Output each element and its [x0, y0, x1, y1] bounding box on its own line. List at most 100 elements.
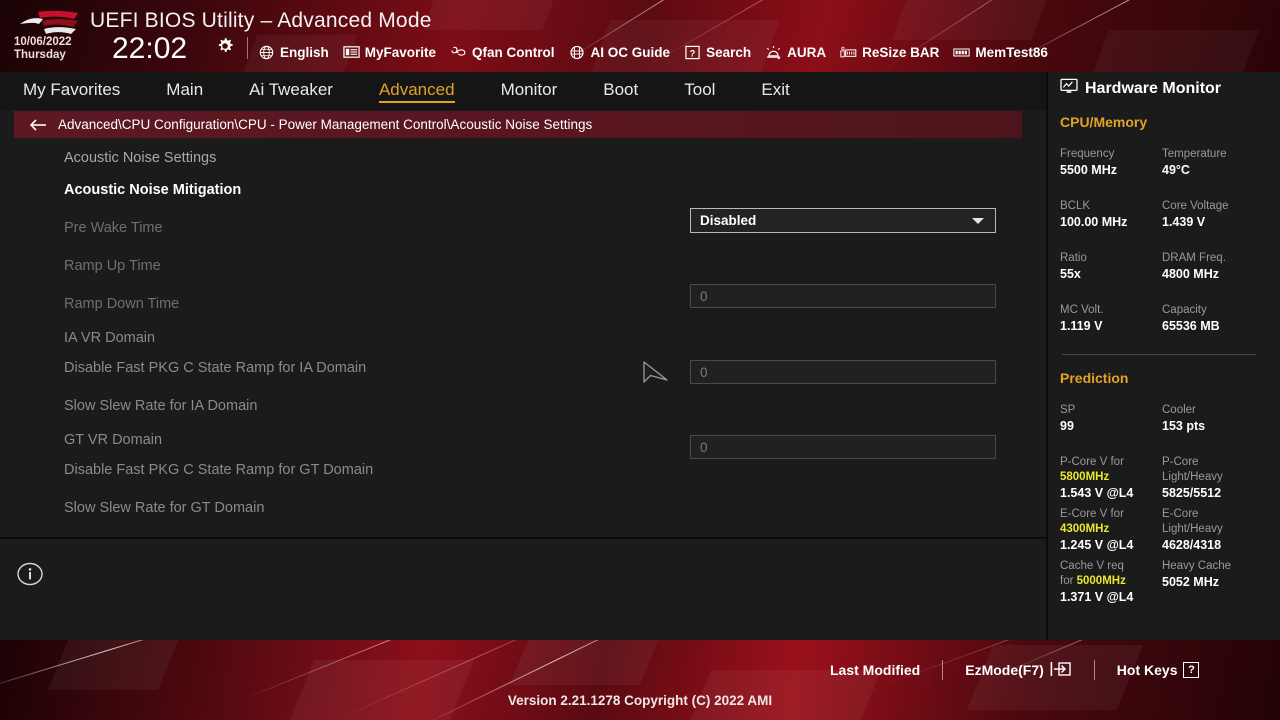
bios-window: UEFI BIOS Utility – Advanced Mode 10/06/… [0, 0, 1280, 720]
setting-label: GT VR Domain [64, 432, 163, 448]
tab-my-favorites[interactable]: My Favorites [23, 80, 120, 102]
hw-key: MC Volt. [1060, 304, 1104, 316]
hw-value: 153 pts [1162, 419, 1206, 433]
setting-row[interactable]: Ramp Up Time 0 [0, 247, 1046, 384]
toolbar-label: ReSize BAR [862, 44, 940, 60]
hw-value: 5825/5512 [1162, 486, 1222, 500]
setting-row[interactable]: Disable Fast PKG C State Ramp for IA Dom… [0, 349, 1046, 588]
toolbar-item-ai-oc-guide[interactable]: AI OC Guide [569, 44, 671, 60]
tab-boot[interactable]: Boot [603, 80, 638, 102]
footer-divider [1093, 660, 1095, 680]
toolbar-item-memtest86[interactable]: MemTest86 [953, 45, 1048, 60]
settings-list: Acoustic Noise Settings Acoustic Noise M… [0, 139, 1046, 663]
hw-value: 4800 MHz [1162, 267, 1219, 281]
aura-icon [765, 45, 782, 60]
memory-icon [953, 45, 971, 60]
setting-label: Ramp Down Time [64, 296, 180, 312]
hardware-monitor-title: Hardware Monitor [1060, 78, 1221, 99]
date-display: 10/06/2022 Thursday [14, 36, 112, 62]
hw-value: 1.119 V [1060, 319, 1103, 333]
hw-key-highlight: 5800MHz [1060, 471, 1110, 483]
hw-value: 1.543 V @L4 [1060, 486, 1134, 500]
hw-key: P-Core V for 5800MHz [1060, 456, 1124, 483]
breadcrumb-path: Advanced\CPU Configuration\CPU - Power M… [58, 117, 593, 132]
monitor-icon [1060, 78, 1078, 99]
toolbar-item-qfan-control[interactable]: Qfan Control [450, 45, 555, 60]
hot-keys-label: Hot Keys [1116, 662, 1178, 678]
hw-cell-ecore-voltage: E-Core V for 4300MHz 1.245 V @L4 [1060, 507, 1160, 553]
hw-key: DRAM Freq. [1162, 252, 1226, 264]
hw-value: 1.245 V @L4 [1060, 538, 1134, 552]
hw-key-highlight: 5000MHz [1076, 575, 1126, 587]
setting-row[interactable]: Disable Fast PKG C State Ramp for GT Dom… [0, 451, 1046, 489]
toolbar-label: MyFavorite [364, 44, 437, 60]
tab-monitor[interactable]: Monitor [501, 80, 558, 102]
info-icon[interactable] [17, 561, 43, 587]
globe-icon [258, 45, 275, 60]
footer-actions: Last Modified EzMode(F7) Hot Keys ? [830, 660, 1200, 680]
setting-row[interactable]: Pre Wake Time 0 [0, 209, 1046, 308]
hw-value: 5500 MHz [1060, 163, 1117, 177]
question-icon: ? [684, 45, 701, 60]
title-banner: UEFI BIOS Utility – Advanced Mode 10/06/… [0, 0, 1280, 72]
back-arrow-icon[interactable] [28, 118, 48, 132]
setting-label: Slow Slew Rate for GT Domain [64, 500, 265, 516]
hw-key: Core Voltage [1162, 200, 1229, 212]
gear-icon[interactable] [216, 37, 234, 55]
hw-cell-mc-volt: MC Volt. 1.119 V [1060, 303, 1160, 334]
hw-key: E-Core V for 4300MHz [1060, 508, 1124, 535]
hw-value: 65536 MB [1162, 319, 1220, 333]
setting-row[interactable]: Ramp Down Time 0 [0, 285, 1046, 459]
ezmode-button[interactable]: EzMode(F7) [965, 661, 1072, 680]
toolbar-label: Search [706, 44, 752, 60]
hw-key: Ratio [1060, 252, 1087, 264]
hw-cell-cooler: Cooler 153 pts [1162, 403, 1262, 434]
hw-cell-ratio: Ratio 55x [1060, 251, 1160, 282]
hw-key: Temperature [1162, 148, 1227, 160]
hw-cell-cache-voltage: Cache V req for 5000MHz 1.371 V @L4 [1060, 559, 1160, 605]
clock-display: 22:02 [112, 32, 188, 65]
tab-ai-tweaker[interactable]: Ai Tweaker [249, 80, 333, 102]
hw-key-highlight: 4300MHz [1060, 523, 1110, 535]
toolbar-label: AI OC Guide [590, 44, 671, 60]
toolbar-label: MemTest86 [975, 44, 1048, 60]
setting-row[interactable]: Slow Slew Rate for GT Domain Fast/2 [0, 489, 1046, 527]
hw-key: BCLK [1060, 200, 1091, 212]
hw-key: SP [1060, 404, 1076, 416]
top-toolbar: English MyFavorite Qfan Control AI OC Gu… [258, 41, 1048, 63]
chip-icon [569, 45, 586, 60]
setting-label: Acoustic Noise Mitigation [64, 182, 242, 198]
hw-value: 4628/4318 [1162, 538, 1222, 552]
fan-icon [450, 45, 467, 60]
section-title-prediction: Prediction [1060, 370, 1129, 386]
svg-text:?: ? [690, 48, 696, 58]
footer-divider [942, 660, 944, 680]
last-modified-button[interactable]: Last Modified [830, 662, 920, 678]
setting-row[interactable]: Slow Slew Rate for IA Domain Fast/2 [0, 387, 1046, 663]
hw-cell-frequency: Frequency 5500 MHz [1060, 147, 1160, 178]
main-nav: My Favorites Main Ai Tweaker Advanced Mo… [0, 72, 1046, 110]
setting-label: Pre Wake Time [64, 220, 163, 236]
tab-tool[interactable]: Tool [684, 80, 715, 102]
hw-cell-heavy-cache: Heavy Cache 5052 MHz [1162, 559, 1262, 590]
hw-value: 99 [1060, 419, 1074, 433]
tab-exit[interactable]: Exit [761, 80, 789, 102]
toolbar-item-english[interactable]: English [258, 45, 329, 60]
hw-cell-pcore-voltage: P-Core V for 5800MHz 1.543 V @L4 [1060, 455, 1160, 501]
tab-advanced[interactable]: Advanced [378, 80, 455, 103]
hot-keys-button[interactable]: Hot Keys ? [1117, 662, 1200, 678]
hw-cell-bclk: BCLK 100.00 MHz [1060, 199, 1160, 230]
hw-cell-ecore-light-heavy: E-Core Light/Heavy 4628/4318 [1162, 507, 1262, 553]
hw-value: 1.371 V @L4 [1060, 590, 1134, 604]
toolbar-item-search[interactable]: ? Search [684, 45, 751, 60]
hw-value: 49°C [1162, 163, 1190, 177]
hw-value: 55x [1060, 267, 1081, 281]
version-text: Version 2.21.1278 Copyright (C) 2022 AMI [507, 693, 773, 708]
tab-main[interactable]: Main [166, 80, 203, 102]
toolbar-item-aura[interactable]: AURA [765, 45, 826, 60]
toolbar-item-myfavorite[interactable]: MyFavorite [343, 45, 436, 60]
toolbar-item-resize-bar[interactable]: ReSize BAR [840, 45, 939, 60]
hw-value: 100.00 MHz [1060, 215, 1128, 229]
setting-row[interactable]: Acoustic Noise Mitigation Disabled [0, 171, 1046, 233]
hw-key: Cooler [1162, 404, 1196, 416]
